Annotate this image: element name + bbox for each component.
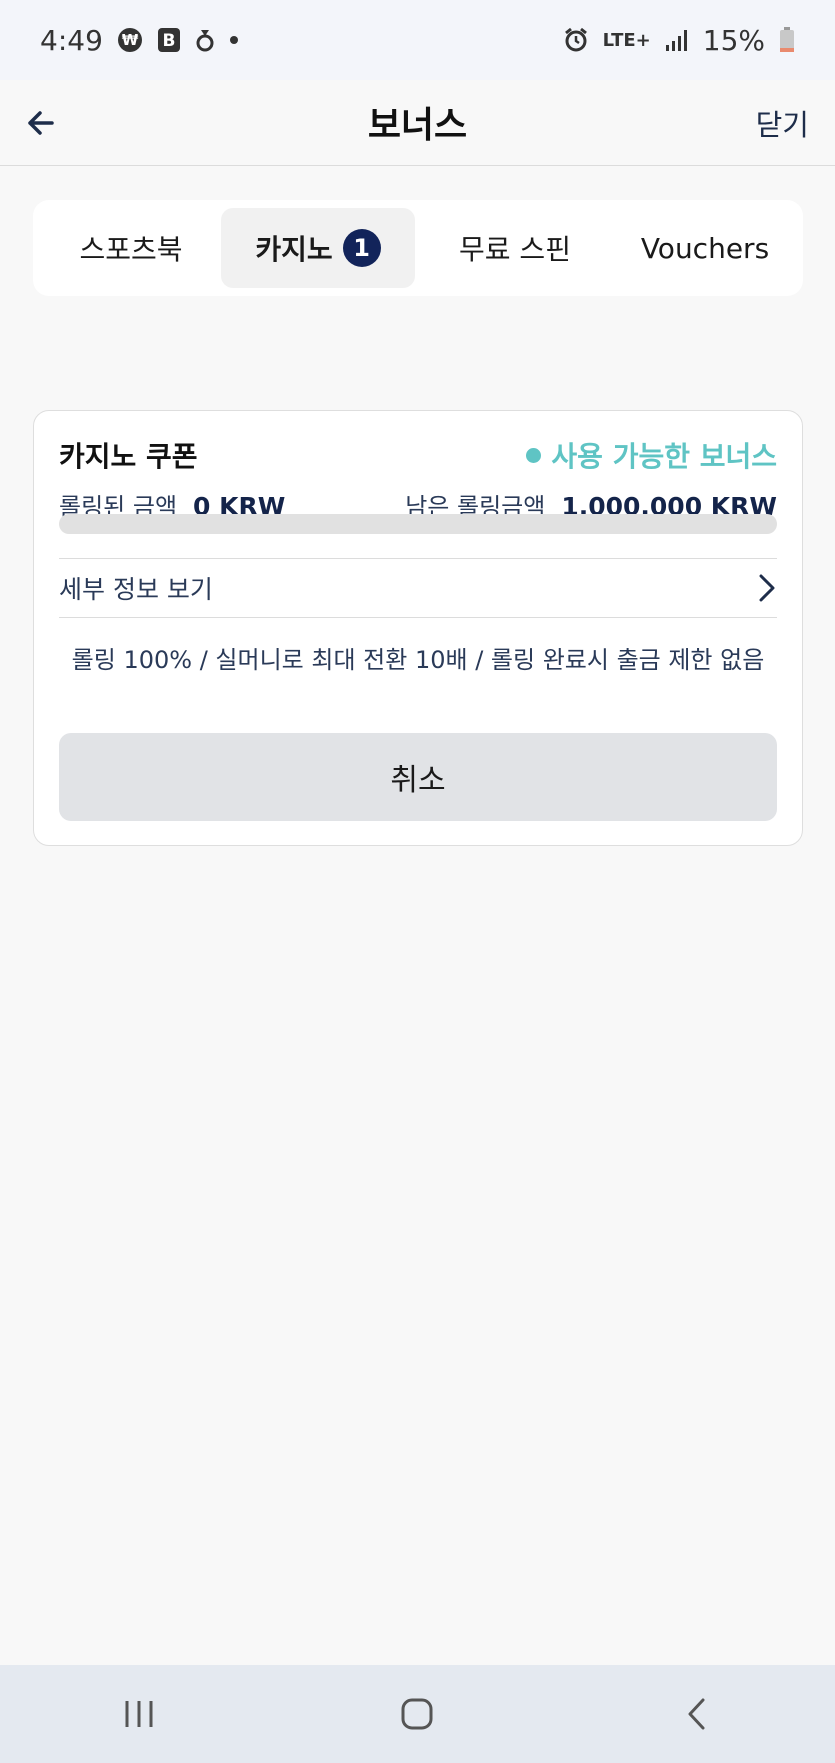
app-header: 보너스 닫기 bbox=[0, 80, 835, 166]
svg-text:B: B bbox=[162, 31, 175, 51]
won-app-icon: ₩ bbox=[117, 27, 143, 53]
status-dot-icon bbox=[526, 447, 542, 463]
tab-label: 스포츠북 bbox=[79, 233, 183, 266]
system-nav-bar bbox=[0, 1665, 835, 1763]
system-back-button[interactable] bbox=[656, 1684, 736, 1744]
status-right: LTE+ 15% bbox=[563, 24, 795, 57]
network-type: LTE+ bbox=[602, 29, 651, 51]
home-button[interactable] bbox=[377, 1684, 457, 1744]
tab-label: 카지노 bbox=[255, 233, 333, 266]
tab-label: Vouchers bbox=[640, 231, 770, 265]
bonus-description: 롤링 100% / 실머니로 최대 전환 10배 / 롤링 완료시 출금 제한 … bbox=[71, 646, 765, 674]
notification-dot-icon bbox=[229, 35, 239, 45]
chevron-left-icon bbox=[688, 1698, 705, 1730]
signal-icon bbox=[665, 28, 689, 52]
home-icon bbox=[401, 1698, 433, 1730]
rolling-progress-bar bbox=[59, 514, 777, 534]
tab-sportsbook[interactable]: 스포츠북 bbox=[41, 208, 221, 288]
divider bbox=[59, 617, 777, 618]
battery-percent: 15% bbox=[702, 23, 765, 57]
view-details-button[interactable]: 세부 정보 보기 bbox=[59, 559, 777, 617]
status-time: 4:49 bbox=[40, 23, 103, 57]
count-badge: 1 bbox=[342, 229, 381, 267]
svg-text:₩: ₩ bbox=[122, 31, 139, 49]
tab-free-spins[interactable]: 무료 스핀 bbox=[415, 208, 615, 288]
close-button[interactable]: 닫기 bbox=[756, 102, 809, 144]
tab-label: 무료 스핀 bbox=[459, 233, 571, 266]
recent-apps-icon bbox=[125, 1701, 153, 1727]
recent-apps-button[interactable] bbox=[99, 1684, 179, 1744]
status-badge: 사용 가능한 보너스 bbox=[526, 435, 777, 475]
details-label: 세부 정보 보기 bbox=[59, 575, 213, 604]
bonus-card: 카지노 쿠폰 사용 가능한 보너스 롤링된 금액 0 KRW 남은 롤링금액 1… bbox=[33, 410, 803, 846]
tab-casino[interactable]: 카지노 1 bbox=[221, 208, 415, 288]
cancel-button[interactable]: 취소 bbox=[59, 733, 777, 821]
alarm-icon bbox=[563, 27, 589, 53]
bonus-tabs: 스포츠북 카지노 1 무료 스핀 Vouchers bbox=[33, 200, 803, 296]
b-app-icon: B bbox=[157, 27, 181, 53]
tab-vouchers[interactable]: Vouchers bbox=[615, 208, 795, 288]
chevron-right-icon bbox=[759, 574, 775, 602]
bonus-title: 카지노 쿠폰 bbox=[59, 440, 198, 473]
status-text: 사용 가능한 보너스 bbox=[551, 440, 777, 473]
status-bar: 4:49 ₩ B LTE+ 15% bbox=[0, 0, 835, 80]
chat-app-icon bbox=[195, 27, 215, 53]
battery-icon bbox=[779, 27, 795, 53]
status-left: 4:49 ₩ B bbox=[40, 24, 239, 57]
page-title: 보너스 bbox=[367, 105, 468, 146]
